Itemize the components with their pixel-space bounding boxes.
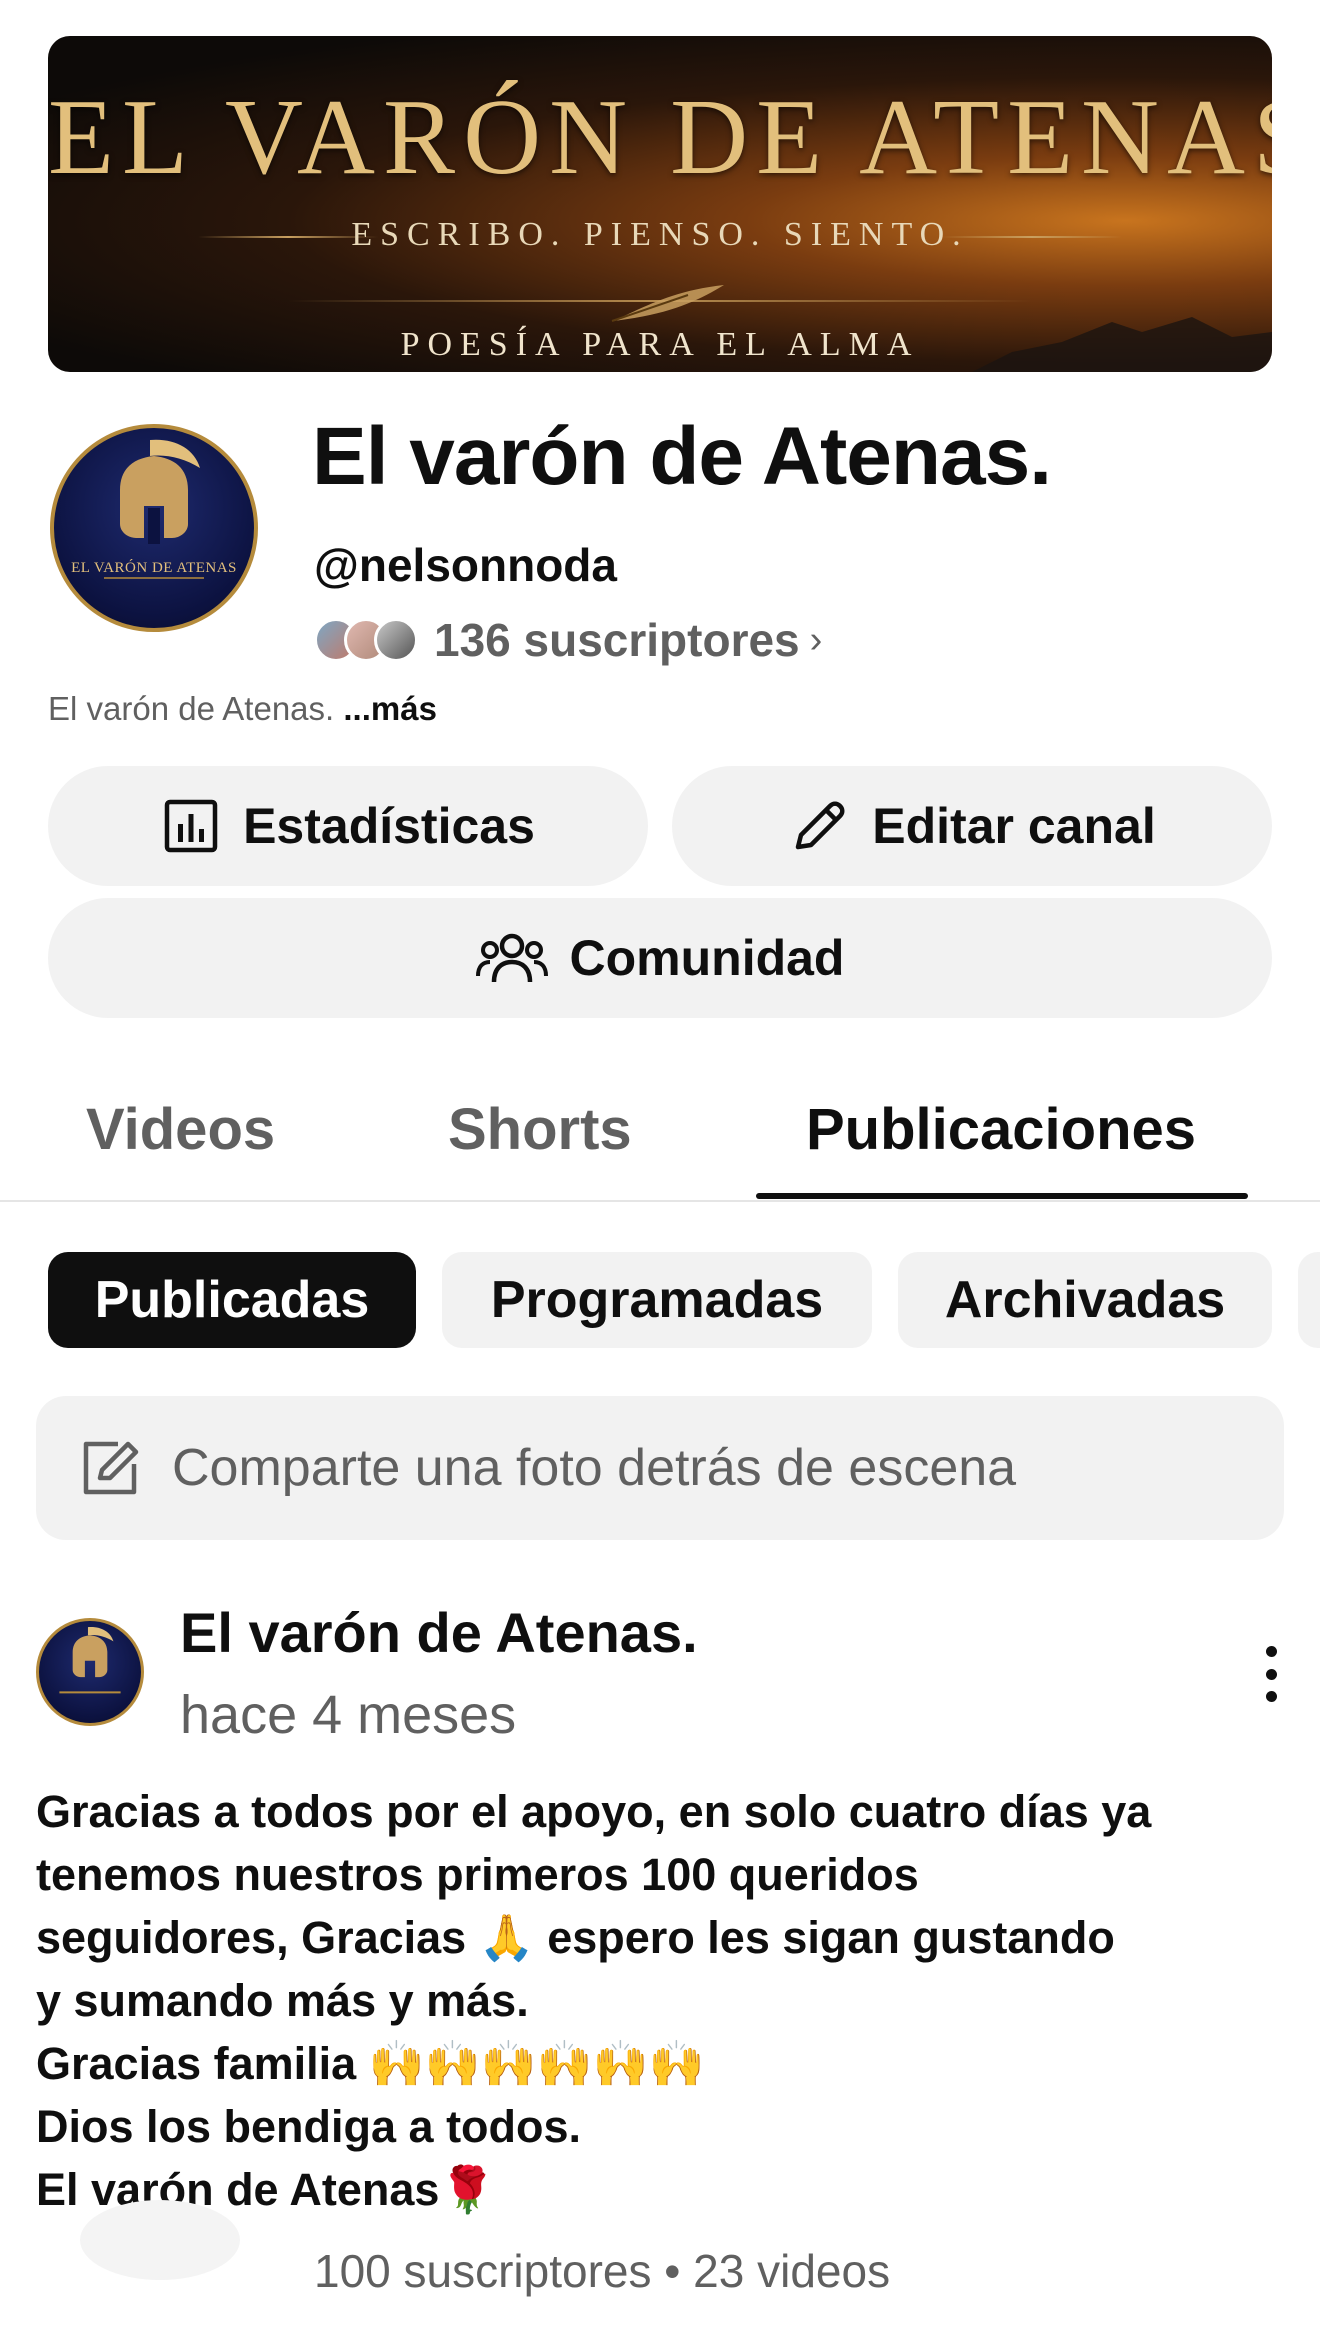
post-composer[interactable]: Comparte una foto detrás de escena: [36, 1396, 1284, 1540]
avatar-label: EL VARÓN DE ATENAS: [71, 560, 237, 576]
pencil-icon: [796, 801, 845, 850]
footer-channel-stats: 100 suscriptores • 23 videos: [314, 2245, 891, 2297]
chip-programadas[interactable]: Programadas: [442, 1252, 872, 1348]
description-text: El varón de Atenas.: [48, 690, 335, 727]
bar-chart-icon: [164, 799, 218, 853]
community-button-label: Comunidad: [569, 930, 845, 986]
banner-subtitle: ESCRIBO. PIENSO. SIENTO.: [351, 216, 969, 253]
chevron-right-icon: ›: [809, 618, 823, 661]
channel-avatar[interactable]: EL VARÓN DE ATENAS: [50, 424, 258, 632]
post-body: Gracias a todos por el apoyo, en solo cu…: [36, 1786, 1152, 2215]
edit-channel-button[interactable]: Editar canal: [672, 766, 1272, 886]
people-icon: [475, 933, 548, 983]
post-timestamp: hace 4 meses: [180, 1685, 517, 1745]
post-author-name[interactable]: El varón de Atenas.: [180, 1600, 698, 1665]
chip-archivadas[interactable]: Archivadas: [898, 1252, 1272, 1348]
more-vert-icon[interactable]: [1256, 1646, 1286, 1702]
tab-shorts[interactable]: Shorts: [448, 1096, 632, 1163]
channel-handle: @nelsonnoda: [314, 539, 617, 591]
community-button[interactable]: Comunidad: [48, 898, 1272, 1018]
mountain-silhouette: [972, 317, 1272, 372]
subscriber-count: 136 suscriptores: [434, 614, 800, 666]
chip-more[interactable]: [1298, 1252, 1320, 1348]
subscriber-avatar: [374, 618, 418, 662]
edit-channel-label: Editar canal: [872, 798, 1156, 854]
stats-button[interactable]: Estadísticas: [48, 766, 648, 886]
tabs-divider: [0, 1200, 1320, 1202]
subscribers-link[interactable]: 136 suscriptores ›: [314, 612, 822, 668]
spartan-helmet-icon: [59, 1626, 121, 1694]
post-author-avatar[interactable]: [36, 1618, 144, 1726]
chip-publicadas[interactable]: Publicadas: [48, 1252, 416, 1348]
active-tab-indicator: [756, 1193, 1248, 1199]
banner-title: EL VARÓN DE ATENAS: [48, 78, 1272, 197]
tab-publicaciones[interactable]: Publicaciones: [806, 1096, 1196, 1163]
channel-name: El varón de Atenas.: [312, 411, 1052, 502]
tab-videos[interactable]: Videos: [86, 1096, 275, 1163]
spartan-helmet-icon: [104, 439, 204, 579]
stats-button-label: Estadísticas: [243, 798, 535, 854]
feather-icon: [611, 285, 724, 322]
channel-description[interactable]: El varón de Atenas. ...más: [48, 690, 437, 728]
composer-placeholder: Comparte una foto detrás de escena: [172, 1439, 1017, 1497]
compose-icon: [83, 1441, 139, 1495]
footer-avatar-ghost: [80, 2200, 240, 2280]
channel-banner: EL VARÓN DE ATENAS ESCRIBO. PIENSO. SIEN…: [48, 36, 1272, 372]
more-link[interactable]: ...más: [343, 690, 437, 727]
